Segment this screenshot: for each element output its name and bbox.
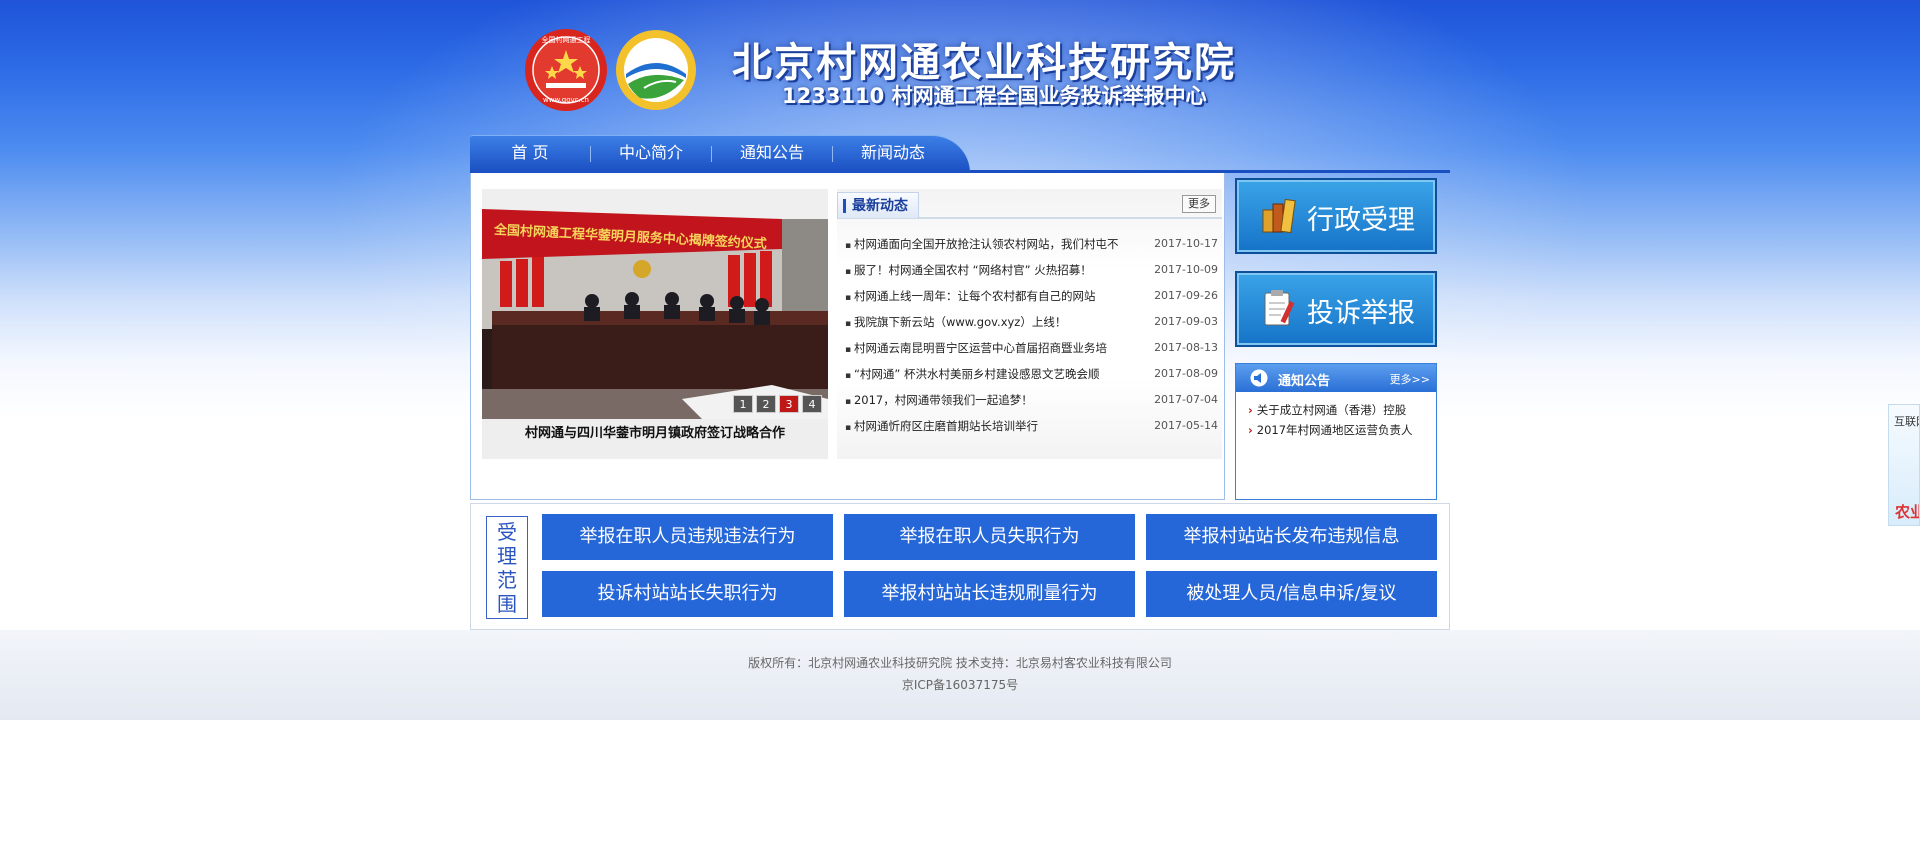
admin-acceptance-button[interactable]: 行政受理 xyxy=(1235,178,1437,254)
scope-label-char: 理 xyxy=(497,543,517,568)
complain-stationmaster-negligence-button[interactable]: 投诉村站站长失职行为 xyxy=(542,571,833,617)
books-icon xyxy=(1262,198,1296,234)
brand-logo xyxy=(616,30,696,110)
notice-more-link[interactable]: 更多>> xyxy=(1390,371,1430,387)
appeal-review-button[interactable]: 被处理人员/信息申诉/复议 xyxy=(1146,571,1437,617)
footer-copyright: 版权所有：北京村网通农业科技研究院 技术支持：北京易村客农业科技有限公司 xyxy=(748,656,1172,670)
news-item[interactable]: 我院旗下新云站（www.gov.xyz）上线！ 2017-09-03 xyxy=(837,309,1222,335)
slider-dot-2[interactable]: 2 xyxy=(756,395,776,413)
side-float-widget[interactable]: 互联网 农业 xyxy=(1888,404,1920,526)
news-item[interactable]: 2017，村网通带领我们一起追梦！ 2017-07-04 xyxy=(837,387,1222,413)
notice-item[interactable]: 关于成立村网通（香港）控股 xyxy=(1248,400,1430,420)
news-item-title[interactable]: 村网通云南昆明晋宁区运营中心首届招商暨业务培 xyxy=(845,335,1145,361)
page-container: 全国村网通工程 www.govc.cn 北京村网通农业科技研究院 1233110… xyxy=(470,0,1450,720)
notice-item[interactable]: 2017年村网通地区运营负责人 xyxy=(1248,420,1430,440)
nav-item-home[interactable]: 首 页 xyxy=(470,135,590,173)
site-subtitle: 1233110 村网通工程全国业务投诉举报中心 xyxy=(782,84,1207,108)
news-item[interactable]: 村网通上线一周年：让每个农村都有自己的网站 2017-09-26 xyxy=(837,283,1222,309)
scope-label-char: 范 xyxy=(497,567,517,592)
scope-buttons: 举报在职人员违规违法行为 举报在职人员失职行为 举报村站站长发布违规信息 投诉村… xyxy=(542,514,1446,617)
complaint-report-label: 投诉举报 xyxy=(1307,298,1415,329)
nav-items: 首 页 中心简介 通知公告 新闻动态 xyxy=(470,135,953,173)
footer: 版权所有：北京村网通农业科技研究院 技术支持：北京易村客农业科技有限公司 京IC… xyxy=(470,652,1450,696)
slider-dots: 1 2 3 4 xyxy=(733,395,822,413)
clipboard-pen-icon xyxy=(1264,290,1295,326)
latest-news-box: 最新动态 更多 村网通面向全国开放抢注认领农村网站，我们村屯不 2017-10-1… xyxy=(837,189,1222,459)
emblem-url: www.govc.cn xyxy=(543,96,589,104)
news-more-button[interactable]: 更多 xyxy=(1182,195,1216,213)
emblem-text: 全国村网通工程 xyxy=(542,35,591,44)
news-title: 最新动态 xyxy=(837,192,919,218)
report-staff-violation-button[interactable]: 举报在职人员违规违法行为 xyxy=(542,514,833,560)
nav-item-news[interactable]: 新闻动态 xyxy=(833,135,953,173)
news-item[interactable]: 村网通忻府区庄磨首期站长培训举行 2017-05-14 xyxy=(837,413,1222,439)
report-staff-negligence-button[interactable]: 举报在职人员失职行为 xyxy=(844,514,1135,560)
admin-acceptance-label: 行政受理 xyxy=(1307,205,1415,236)
slide-image[interactable]: 全国村网通工程华蓥明月服务中心揭牌签约仪式 xyxy=(482,189,828,419)
nav-item-notices[interactable]: 通知公告 xyxy=(712,135,832,173)
right-column: 行政受理 投诉举报 通知公告 更多>> 关 xyxy=(1235,173,1450,500)
news-item-title[interactable]: 村网通面向全国开放抢注认领农村网站，我们村屯不 xyxy=(845,231,1145,257)
news-item-title[interactable]: 2017，村网通带领我们一起追梦！ xyxy=(845,387,1145,413)
main-content-panel: 全国村网通工程华蓥明月服务中心揭牌签约仪式 1 2 3 4 村网通与四川华蓥市明… xyxy=(470,173,1225,500)
news-item-date: 2017-08-09 xyxy=(1154,367,1218,380)
news-item[interactable]: 服了！村网通全国农村 “网络村官” 火热招募！ 2017-10-09 xyxy=(837,257,1222,283)
slider-dot-4[interactable]: 4 xyxy=(802,395,822,413)
news-item-date: 2017-08-13 xyxy=(1154,341,1218,354)
notice-list: 关于成立村网通（香港）控股 2017年村网通地区运营负责人 xyxy=(1236,392,1436,440)
emblem-logo: 全国村网通工程 www.govc.cn xyxy=(525,29,607,111)
news-item[interactable]: 村网通云南昆明晋宁区运营中心首届招商暨业务培 2017-08-13 xyxy=(837,335,1222,361)
news-item-title[interactable]: 服了！村网通全国农村 “网络村官” 火热招募！ xyxy=(845,257,1145,283)
footer-icp[interactable]: 京ICP备16037175号 xyxy=(470,674,1450,696)
image-slider: 全国村网通工程华蓥明月服务中心揭牌签约仪式 1 2 3 4 村网通与四川华蓥市明… xyxy=(482,189,828,459)
nav-item-about[interactable]: 中心简介 xyxy=(591,135,711,173)
news-item-title[interactable]: 我院旗下新云站（www.gov.xyz）上线！ xyxy=(845,309,1145,335)
news-item-title[interactable]: 村网通忻府区庄磨首期站长培训举行 xyxy=(845,413,1145,439)
news-header: 最新动态 更多 xyxy=(837,189,1222,219)
news-item-date: 2017-10-09 xyxy=(1154,263,1218,276)
speaker-icon xyxy=(1250,369,1268,387)
news-item-date: 2017-05-14 xyxy=(1154,419,1218,432)
main-nav: 首 页 中心简介 通知公告 新闻动态 xyxy=(470,135,1450,173)
news-item[interactable]: 村网通面向全国开放抢注认领农村网站，我们村屯不 2017-10-17 xyxy=(837,231,1222,257)
news-item-title[interactable]: “村网通” 杯洪水村美丽乡村建设感恩文艺晚会顺 xyxy=(845,361,1145,387)
notice-box: 通知公告 更多>> 关于成立村网通（香港）控股 2017年村网通地区运营负责人 xyxy=(1235,363,1437,500)
news-item-date: 2017-09-03 xyxy=(1154,315,1218,328)
notice-header: 通知公告 更多>> xyxy=(1236,364,1436,392)
news-item-date: 2017-10-17 xyxy=(1154,237,1218,250)
side-float-bottom-text: 农业 xyxy=(1895,503,1919,521)
news-item[interactable]: “村网通” 杯洪水村美丽乡村建设感恩文艺晚会顺 2017-08-09 xyxy=(837,361,1222,387)
slide-photo: 全国村网通工程华蓥明月服务中心揭牌签约仪式 xyxy=(482,189,828,419)
side-float-top-text: 互联网 xyxy=(1894,415,1919,428)
slide-caption[interactable]: 村网通与四川华蓥市明月镇政府签订战略合作 xyxy=(482,419,828,449)
news-item-date: 2017-09-26 xyxy=(1154,289,1218,302)
report-stationmaster-info-button[interactable]: 举报村站站长发布违规信息 xyxy=(1146,514,1437,560)
report-stationmaster-traffic-button[interactable]: 举报村站站长违规刷量行为 xyxy=(844,571,1135,617)
acceptance-scope-section: 受 理 范 围 举报在职人员违规违法行为 举报在职人员失职行为 举报村站站长发布… xyxy=(470,503,1450,630)
slider-dot-3[interactable]: 3 xyxy=(779,395,799,413)
news-item-title[interactable]: 村网通上线一周年：让每个农村都有自己的网站 xyxy=(845,283,1145,309)
news-list: 村网通面向全国开放抢注认领农村网站，我们村屯不 2017-10-17 服了！村网通… xyxy=(837,231,1222,439)
slider-dot-1[interactable]: 1 xyxy=(733,395,753,413)
notice-title: 通知公告 xyxy=(1278,374,1331,389)
scope-label-char: 围 xyxy=(497,591,517,616)
acceptance-scope-label: 受 理 范 围 xyxy=(486,516,528,619)
news-item-date: 2017-07-04 xyxy=(1154,393,1218,406)
complaint-report-button[interactable]: 投诉举报 xyxy=(1235,271,1437,347)
scope-label-char: 受 xyxy=(497,519,517,544)
